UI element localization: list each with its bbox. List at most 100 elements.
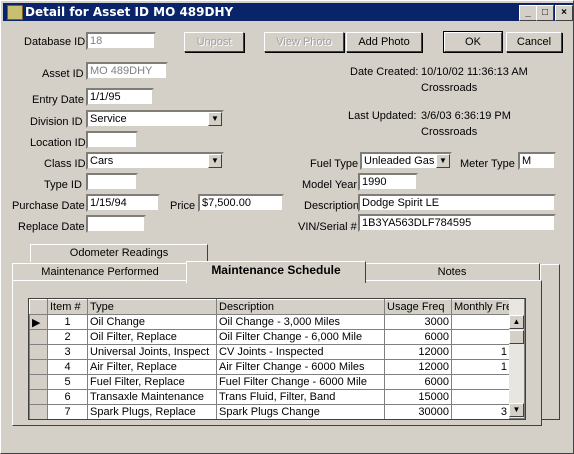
cell-description[interactable]: Fuel Filter Change - 6000 Mile bbox=[216, 374, 385, 390]
cancel-button[interactable]: Cancel bbox=[506, 32, 562, 52]
cell-item[interactable]: 3 bbox=[47, 344, 88, 360]
row-selector[interactable] bbox=[29, 344, 48, 360]
cell-monthly[interactable] bbox=[451, 329, 510, 345]
table-row[interactable]: 5 Fuel Filter, Replace Fuel Filter Chang… bbox=[29, 374, 510, 390]
tab-odometer-readings[interactable]: Odometer Readings bbox=[30, 244, 208, 262]
database-id-label: Database ID bbox=[24, 36, 86, 48]
asset-id-field[interactable]: MO 489DHY bbox=[86, 62, 168, 80]
cell-description[interactable]: Air Filter Change - 6000 Miles bbox=[216, 359, 385, 375]
cell-usage[interactable]: 3000 bbox=[384, 314, 452, 330]
replace-date-field[interactable] bbox=[86, 215, 146, 233]
cell-item[interactable]: 2 bbox=[47, 329, 88, 345]
cell-type[interactable]: Spark Plugs, Replace bbox=[87, 404, 217, 419]
maintenance-schedule-grid[interactable]: Item # Type Description Usage Freq Month… bbox=[28, 298, 526, 420]
tab-maintenance-schedule[interactable]: Maintenance Schedule bbox=[186, 261, 366, 283]
col-header-monthly-freq[interactable]: Monthly Fre bbox=[451, 299, 510, 315]
tab-maintenance-performed[interactable]: Maintenance Performed bbox=[12, 263, 188, 281]
unpost-button[interactable]: Unpost bbox=[184, 32, 244, 52]
location-id-field[interactable] bbox=[86, 131, 138, 149]
row-selector[interactable] bbox=[29, 404, 48, 419]
cell-usage[interactable]: 12000 bbox=[384, 359, 452, 375]
add-photo-button[interactable]: Add Photo bbox=[346, 32, 422, 52]
scroll-down-button[interactable]: ▼ bbox=[509, 403, 524, 417]
table-row[interactable]: 7 Spark Plugs, Replace Spark Plugs Chang… bbox=[29, 404, 510, 419]
cell-usage[interactable]: 6000 bbox=[384, 374, 452, 390]
cell-item[interactable]: 6 bbox=[47, 389, 88, 405]
fuel-type-label: Fuel Type bbox=[310, 158, 359, 170]
class-id-label: Class ID bbox=[44, 158, 86, 170]
purchase-date-field[interactable]: 1/15/94 bbox=[86, 194, 160, 212]
cell-description[interactable]: Trans Fluid, Filter, Band bbox=[216, 389, 385, 405]
col-header-item[interactable]: Item # bbox=[47, 299, 88, 315]
grid-header-row: Item # Type Description Usage Freq Month… bbox=[29, 299, 510, 315]
chevron-down-icon[interactable]: ▼ bbox=[436, 154, 450, 168]
cell-monthly[interactable]: 1 bbox=[451, 344, 510, 360]
cell-type[interactable]: Transaxle Maintenance bbox=[87, 389, 217, 405]
entry-date-label: Entry Date bbox=[32, 94, 84, 106]
col-header-usage-freq[interactable]: Usage Freq bbox=[384, 299, 452, 315]
cell-usage[interactable]: 6000 bbox=[384, 329, 452, 345]
cell-item[interactable]: 1 bbox=[47, 314, 88, 330]
row-selector[interactable] bbox=[29, 359, 48, 375]
class-id-value: Cars bbox=[90, 155, 114, 167]
row-selector[interactable] bbox=[29, 389, 48, 405]
division-id-select[interactable]: Service ▼ bbox=[86, 110, 224, 128]
entry-date-field[interactable]: 1/1/95 bbox=[86, 88, 154, 106]
app-icon bbox=[7, 5, 23, 20]
cell-item[interactable]: 5 bbox=[47, 374, 88, 390]
cell-item[interactable]: 7 bbox=[47, 404, 88, 419]
cell-type[interactable]: Oil Filter, Replace bbox=[87, 329, 217, 345]
cell-monthly[interactable] bbox=[451, 314, 510, 330]
price-field[interactable]: $7,500.00 bbox=[198, 194, 284, 212]
cell-type[interactable]: Oil Change bbox=[87, 314, 217, 330]
cell-usage[interactable]: 15000 bbox=[384, 389, 452, 405]
vin-serial-field[interactable]: 1B3YA563DLF784595 bbox=[358, 214, 556, 232]
row-selector[interactable] bbox=[29, 374, 48, 390]
cell-description[interactable]: Oil Filter Change - 6,000 Mile bbox=[216, 329, 385, 345]
maximize-button[interactable]: □ bbox=[536, 5, 554, 21]
col-header-type[interactable]: Type bbox=[87, 299, 217, 315]
fuel-type-select[interactable]: Unleaded Gas ▼ bbox=[360, 152, 452, 170]
view-photo-button[interactable]: View Photo bbox=[264, 32, 344, 52]
table-row[interactable]: 3 Universal Joints, Inspect CV Joints - … bbox=[29, 344, 510, 360]
row-selector-header bbox=[29, 299, 48, 315]
model-year-field[interactable]: 1990 bbox=[358, 173, 418, 191]
table-row[interactable]: ▶ 1 Oil Change Oil Change - 3,000 Miles … bbox=[29, 314, 510, 330]
col-header-description[interactable]: Description bbox=[216, 299, 385, 315]
meter-type-field[interactable]: M bbox=[518, 152, 556, 170]
cell-type[interactable]: Air Filter, Replace bbox=[87, 359, 217, 375]
cell-item[interactable]: 4 bbox=[47, 359, 88, 375]
scroll-up-button[interactable]: ▲ bbox=[509, 315, 524, 329]
description-field[interactable]: Dodge Spirit LE bbox=[358, 194, 556, 212]
vertical-scrollbar[interactable]: ▲ ▼ bbox=[509, 299, 524, 418]
table-row[interactable]: 4 Air Filter, Replace Air Filter Change … bbox=[29, 359, 510, 375]
scroll-thumb[interactable] bbox=[509, 330, 524, 344]
cell-usage[interactable]: 30000 bbox=[384, 404, 452, 419]
title-bar[interactable]: Detail for Asset ID MO 489DHY _ □ × bbox=[3, 3, 573, 21]
database-id-field[interactable]: 18 bbox=[86, 32, 156, 50]
close-button[interactable]: × bbox=[555, 5, 573, 21]
cell-monthly[interactable] bbox=[451, 389, 510, 405]
cell-usage[interactable]: 12000 bbox=[384, 344, 452, 360]
cell-type[interactable]: Universal Joints, Inspect bbox=[87, 344, 217, 360]
date-created-label: Date Created: bbox=[350, 66, 419, 78]
cell-monthly[interactable]: 1 bbox=[451, 359, 510, 375]
cell-monthly[interactable]: 3 bbox=[451, 404, 510, 419]
chevron-down-icon[interactable]: ▼ bbox=[208, 154, 222, 168]
ok-button[interactable]: OK bbox=[443, 31, 503, 53]
cell-description[interactable]: Oil Change - 3,000 Miles bbox=[216, 314, 385, 330]
table-row[interactable]: 6 Transaxle Maintenance Trans Fluid, Fil… bbox=[29, 389, 510, 405]
cell-type[interactable]: Fuel Filter, Replace bbox=[87, 374, 217, 390]
type-id-field[interactable] bbox=[86, 173, 138, 191]
last-updated-label: Last Updated: bbox=[348, 110, 417, 122]
chevron-down-icon[interactable]: ▼ bbox=[208, 112, 222, 126]
created-by-value: Crossroads bbox=[421, 82, 478, 94]
row-selector[interactable] bbox=[29, 329, 48, 345]
cell-description[interactable]: Spark Plugs Change bbox=[216, 404, 385, 419]
minimize-button[interactable]: _ bbox=[519, 5, 537, 21]
table-row[interactable]: 2 Oil Filter, Replace Oil Filter Change … bbox=[29, 329, 510, 345]
cell-monthly[interactable] bbox=[451, 374, 510, 390]
cell-description[interactable]: CV Joints - Inspected bbox=[216, 344, 385, 360]
tab-notes[interactable]: Notes bbox=[364, 263, 540, 281]
class-id-select[interactable]: Cars ▼ bbox=[86, 152, 224, 170]
